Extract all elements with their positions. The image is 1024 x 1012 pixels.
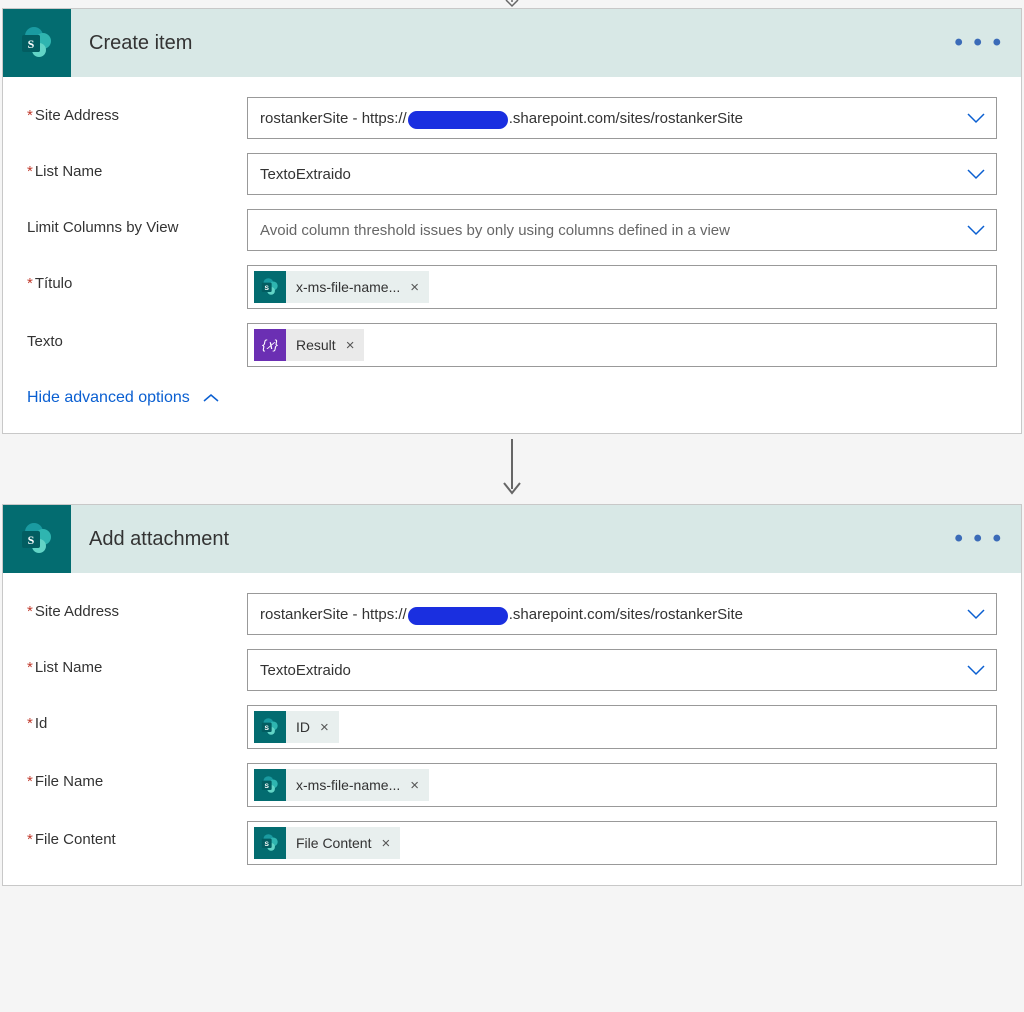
- svg-text:S: S: [264, 783, 269, 790]
- label-file-content: File Content: [27, 821, 247, 848]
- redacted-icon: [408, 111, 508, 129]
- svg-text:S: S: [264, 841, 269, 848]
- token-remove-icon[interactable]: ×: [408, 777, 429, 794]
- card-menu-button[interactable]: • • •: [936, 29, 1021, 57]
- sharepoint-icon: S: [254, 711, 286, 743]
- chevron-down-icon[interactable]: [956, 224, 996, 236]
- input-id[interactable]: S ID ×: [247, 705, 997, 749]
- chevron-down-icon[interactable]: [956, 664, 996, 676]
- svg-text:S: S: [264, 285, 269, 292]
- token-remove-icon[interactable]: ×: [379, 835, 400, 852]
- token-label: x-ms-file-name...: [286, 777, 408, 793]
- svg-text:S: S: [28, 533, 35, 547]
- site-address-prefix: rostankerSite - https://: [260, 110, 407, 127]
- input-list-name[interactable]: TextoExtraido: [247, 649, 997, 691]
- label-site-address: Site Address: [27, 593, 247, 620]
- advanced-toggle-label: Hide advanced options: [27, 389, 190, 407]
- action-card-create-item: S Create item • • • Site Address rostank…: [2, 8, 1022, 434]
- action-card-add-attachment: S Add attachment • • • Site Address rost…: [2, 504, 1022, 886]
- site-address-suffix: .sharepoint.com/sites/rostankerSite: [509, 606, 743, 623]
- token-result[interactable]: {𝑥} Result ×: [254, 329, 364, 361]
- redacted-icon: [408, 607, 508, 625]
- token-label: ID: [286, 719, 318, 735]
- label-texto: Texto: [27, 323, 247, 350]
- token-label: x-ms-file-name...: [286, 279, 408, 295]
- card-menu-button[interactable]: • • •: [936, 525, 1021, 553]
- label-list-name: List Name: [27, 649, 247, 676]
- chevron-up-icon: [202, 393, 220, 403]
- input-site-address[interactable]: rostankerSite - https:// .sharepoint.com/…: [247, 593, 997, 635]
- token-label: Result: [286, 337, 344, 353]
- label-site-address: Site Address: [27, 97, 247, 124]
- token-remove-icon[interactable]: ×: [344, 337, 365, 354]
- input-file-content[interactable]: S File Content ×: [247, 821, 997, 865]
- label-file-name: File Name: [27, 763, 247, 790]
- label-titulo: Título: [27, 265, 247, 292]
- token-file-content[interactable]: S File Content ×: [254, 827, 400, 859]
- input-list-name[interactable]: TextoExtraido: [247, 153, 997, 195]
- list-name-value: TextoExtraido: [248, 652, 956, 689]
- site-address-prefix: rostankerSite - https://: [260, 606, 407, 623]
- list-name-value: TextoExtraido: [248, 156, 956, 193]
- sharepoint-icon: S: [3, 505, 71, 573]
- input-texto[interactable]: {𝑥} Result ×: [247, 323, 997, 367]
- input-titulo[interactable]: S x-ms-file-name... ×: [247, 265, 997, 309]
- token-id[interactable]: S ID ×: [254, 711, 339, 743]
- token-remove-icon[interactable]: ×: [408, 279, 429, 296]
- chevron-down-icon[interactable]: [956, 608, 996, 620]
- svg-text:S: S: [264, 725, 269, 732]
- limit-columns-placeholder: Avoid column threshold issues by only us…: [248, 212, 956, 249]
- token-remove-icon[interactable]: ×: [318, 719, 339, 736]
- card-header[interactable]: S Create item • • •: [3, 9, 1021, 77]
- site-address-suffix: .sharepoint.com/sites/rostankerSite: [509, 110, 743, 127]
- chevron-down-icon[interactable]: [956, 112, 996, 124]
- card-title: Add attachment: [71, 528, 936, 551]
- input-file-name[interactable]: S x-ms-file-name... ×: [247, 763, 997, 807]
- token-x-ms-file-name[interactable]: S x-ms-file-name... ×: [254, 769, 429, 801]
- chevron-down-icon[interactable]: [956, 168, 996, 180]
- card-title: Create item: [71, 32, 936, 55]
- sharepoint-icon: S: [3, 9, 71, 77]
- token-x-ms-file-name[interactable]: S x-ms-file-name... ×: [254, 271, 429, 303]
- token-label: File Content: [286, 835, 379, 851]
- connector-arrow-top: [0, 0, 1024, 8]
- card-header[interactable]: S Add attachment • • •: [3, 505, 1021, 573]
- input-site-address[interactable]: rostankerSite - https:// .sharepoint.com/…: [247, 97, 997, 139]
- input-limit-columns[interactable]: Avoid column threshold issues by only us…: [247, 209, 997, 251]
- label-id: Id: [27, 705, 247, 732]
- sharepoint-icon: S: [254, 827, 286, 859]
- sharepoint-icon: S: [254, 769, 286, 801]
- label-list-name: List Name: [27, 153, 247, 180]
- label-limit-columns: Limit Columns by View: [27, 209, 247, 236]
- connector-arrow: [0, 434, 1024, 504]
- sharepoint-icon: S: [254, 271, 286, 303]
- hide-advanced-options-button[interactable]: Hide advanced options: [27, 389, 997, 407]
- expression-icon: {𝑥}: [254, 329, 286, 361]
- svg-text:S: S: [28, 37, 35, 51]
